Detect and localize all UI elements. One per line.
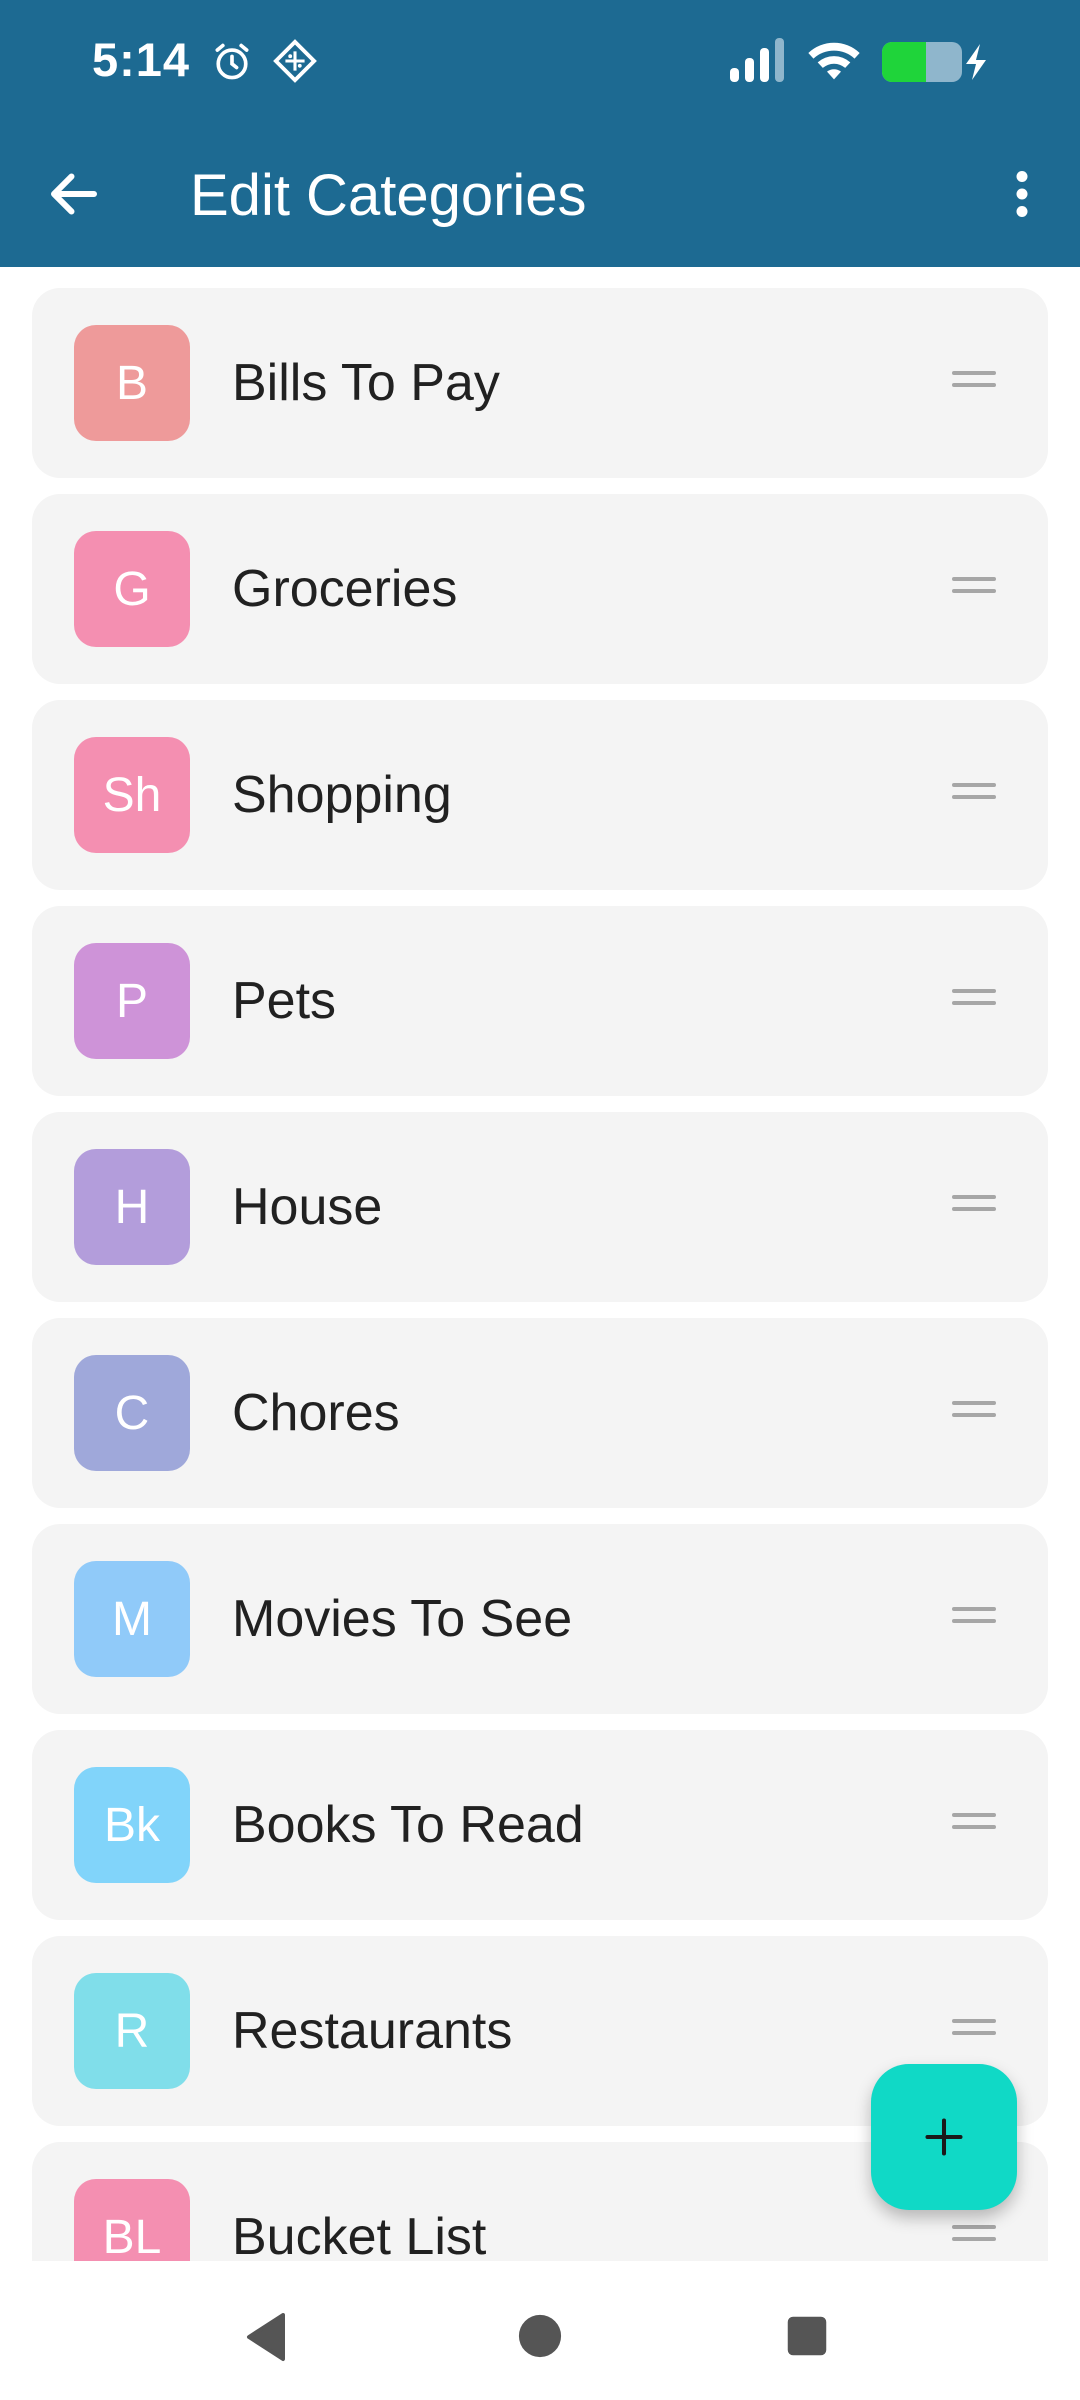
list-item[interactable]: M Movies To See — [32, 1524, 1048, 1714]
home-circle-icon[interactable] — [517, 2313, 563, 2359]
category-list: B Bills To Pay G Groceries Sh Shopping P… — [0, 267, 1080, 2261]
category-name: Shopping — [232, 766, 452, 824]
category-name: House — [232, 1178, 383, 1236]
drag-handle-icon[interactable] — [952, 989, 996, 1013]
category-name: Movies To See — [232, 1590, 573, 1648]
category-name: Restaurants — [232, 2002, 513, 2060]
system-nav-bar — [0, 2271, 1080, 2400]
drag-handle-icon[interactable] — [952, 371, 996, 395]
list-item[interactable]: G Groceries — [32, 494, 1048, 684]
category-name: Pets — [232, 972, 337, 1030]
alarm-icon — [215, 43, 249, 80]
category-avatar: G — [74, 531, 190, 647]
list-item[interactable]: Sh Shopping — [32, 700, 1048, 890]
category-avatar: R — [74, 1973, 190, 2089]
category-avatar: Sh — [74, 737, 190, 853]
back-triangle-icon[interactable] — [243, 2311, 291, 2363]
category-avatar: BL — [74, 2179, 190, 2261]
status-bar: 5:14 — [0, 0, 1080, 120]
recents-square-icon[interactable] — [786, 2315, 828, 2357]
category-avatar: C — [74, 1355, 190, 1471]
category-name: Books To Read — [232, 1796, 584, 1854]
category-name: Bills To Pay — [232, 354, 500, 412]
battery-charging-icon — [882, 42, 986, 82]
more-vert-icon[interactable] — [1000, 164, 1044, 224]
status-time: 5:14 — [92, 33, 191, 86]
back-arrow-icon[interactable] — [44, 164, 104, 224]
category-avatar: H — [74, 1149, 190, 1265]
drag-handle-icon[interactable] — [952, 577, 996, 601]
app-notification-icon — [273, 39, 317, 83]
category-avatar: B — [74, 325, 190, 441]
drag-handle-icon[interactable] — [952, 2019, 996, 2043]
drag-handle-icon[interactable] — [952, 1195, 996, 1219]
drag-handle-icon[interactable] — [952, 1813, 996, 1837]
list-item[interactable]: H House — [32, 1112, 1048, 1302]
wifi-icon — [808, 42, 860, 80]
add-category-button[interactable] — [871, 2064, 1017, 2210]
drag-handle-icon[interactable] — [952, 783, 996, 807]
app-bar: 5:14 Edit Categories — [0, 0, 1080, 267]
category-avatar: P — [74, 943, 190, 1059]
category-name: Groceries — [232, 560, 458, 618]
category-avatar: Bk — [74, 1767, 190, 1883]
category-name: Bucket List — [232, 2208, 487, 2261]
list-item[interactable]: C Chores — [32, 1318, 1048, 1508]
signal-icon — [730, 38, 784, 82]
drag-handle-icon[interactable] — [952, 1607, 996, 1631]
category-name: Chores — [232, 1384, 400, 1442]
list-item[interactable]: B Bills To Pay — [32, 288, 1048, 478]
page-title: Edit Categories — [190, 163, 587, 228]
drag-handle-icon[interactable] — [952, 2225, 996, 2249]
category-avatar: M — [74, 1561, 190, 1677]
plus-icon — [925, 2118, 963, 2156]
drag-handle-icon[interactable] — [952, 1401, 996, 1425]
list-item[interactable]: Bk Books To Read — [32, 1730, 1048, 1920]
list-item[interactable]: P Pets — [32, 906, 1048, 1096]
